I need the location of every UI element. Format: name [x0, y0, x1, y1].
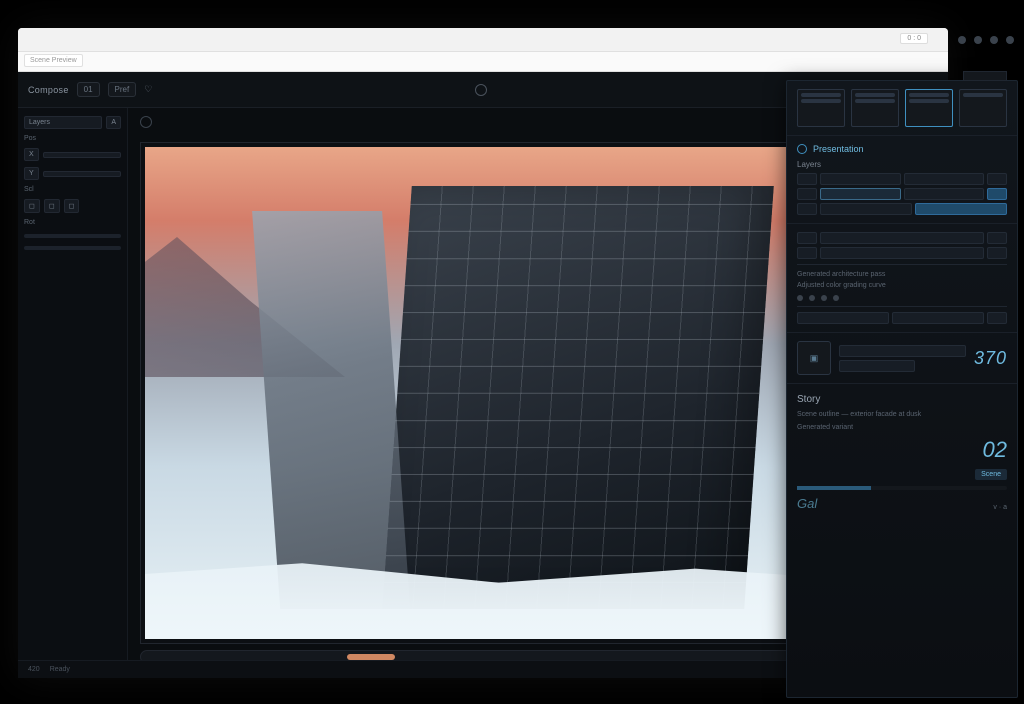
history-chip-c[interactable] — [987, 312, 1007, 324]
history-text-1: Generated architecture pass — [797, 270, 1007, 281]
heart-icon[interactable]: ♡ — [144, 84, 152, 95]
history-dots — [797, 295, 1007, 301]
pan-icon[interactable] — [140, 116, 152, 128]
rr-presentation: Presentation Layers — [787, 136, 1017, 224]
artwork-grid — [382, 186, 773, 609]
story-heading: Story — [797, 394, 1007, 405]
history-text-2: Adjusted color grading curve — [797, 281, 1007, 292]
sidebar-label-rot: Rot — [24, 219, 121, 226]
dot-icon[interactable] — [821, 295, 827, 301]
rr-thumbnails — [787, 81, 1017, 136]
sidebar-chip-layers[interactable]: Layers — [24, 116, 102, 129]
rr-history: Generated architecture pass Adjusted col… — [787, 224, 1017, 333]
thumb-3[interactable] — [905, 89, 953, 127]
tray-icon-3[interactable] — [990, 36, 998, 44]
sidebar-label-pos: Pos — [24, 135, 121, 142]
status-a: 420 — [28, 666, 40, 673]
story-number: 02 — [983, 437, 1007, 463]
window-menu-bar[interactable]: Scene Preview — [18, 52, 948, 72]
sidebar-chip-a[interactable]: A — [106, 116, 121, 129]
scl-b[interactable]: ◻ — [44, 199, 60, 213]
history-row-1[interactable] — [797, 232, 1007, 244]
artwork-building — [382, 186, 773, 609]
card-number: 370 — [974, 348, 1007, 369]
story-line-2: Generated variant — [797, 424, 1007, 431]
rr-layers-label: Layers — [797, 160, 1007, 169]
os-tray — [958, 36, 1014, 44]
target-icon[interactable] — [475, 84, 487, 96]
window-title-bar[interactable]: 0 : 0 — [18, 28, 948, 52]
status-b: Ready — [50, 666, 70, 673]
window-pill: 0 : 0 — [900, 33, 928, 44]
dot-icon[interactable] — [809, 295, 815, 301]
layer-eye-icon[interactable] — [797, 203, 817, 215]
rr-layer-rows — [797, 173, 1007, 215]
layer-row-2[interactable] — [797, 188, 1007, 200]
tray-icon-1[interactable] — [958, 36, 966, 44]
history-chip-b[interactable] — [892, 312, 984, 324]
info-icon[interactable] — [797, 144, 807, 154]
pos-x-val[interactable] — [43, 152, 121, 158]
header-chip-1[interactable]: 01 — [77, 82, 100, 97]
pos-y-val[interactable] — [43, 171, 121, 177]
rr-presentation-title: Presentation — [813, 144, 864, 154]
signature: Gal — [797, 496, 817, 511]
sidebar-label-scl: Scl — [24, 186, 121, 193]
scl-c[interactable]: ◻ — [64, 199, 80, 213]
layer-eye-icon[interactable] — [797, 188, 817, 200]
tray-icon-4[interactable] — [1006, 36, 1014, 44]
thumb-2[interactable] — [851, 89, 899, 127]
tray-icon-2[interactable] — [974, 36, 982, 44]
story-progress[interactable] — [797, 486, 1007, 490]
menu-item-scene[interactable]: Scene Preview — [24, 54, 83, 67]
right-rail-tab[interactable] — [963, 71, 1007, 81]
rr-story: Story Scene outline — exterior facade at… — [787, 384, 1017, 697]
layer-row-1[interactable] — [797, 173, 1007, 185]
story-line-1: Scene outline — exterior facade at dusk — [797, 411, 1007, 418]
header-chip-2[interactable]: Pref — [108, 82, 137, 97]
image-icon: ▣ — [810, 353, 819, 364]
rr-card: ▣ 370 — [787, 333, 1017, 384]
sidebar-left: Layers A Pos X Y Scl ◻ ◻ ◻ Rot — [18, 108, 128, 678]
history-row-2[interactable] — [797, 247, 1007, 259]
thumb-4[interactable] — [959, 89, 1007, 127]
history-chip-a[interactable] — [797, 312, 889, 324]
card-thumb[interactable]: ▣ — [797, 341, 831, 375]
app-title: Compose — [28, 85, 69, 95]
right-rail: Presentation Layers — [786, 80, 1018, 698]
pos-y[interactable]: Y — [24, 167, 39, 180]
layer-row-3[interactable] — [797, 203, 1007, 215]
thumb-1[interactable] — [797, 89, 845, 127]
scl-a[interactable]: ◻ — [24, 199, 40, 213]
sidebar-divider — [24, 234, 121, 238]
sidebar-slider-1[interactable] — [24, 246, 121, 250]
footnote: v · a — [993, 504, 1007, 511]
dot-icon[interactable] — [833, 295, 839, 301]
layer-eye-icon[interactable] — [797, 173, 817, 185]
dot-icon[interactable] — [797, 295, 803, 301]
story-tag[interactable]: Scene — [975, 469, 1007, 480]
pos-x[interactable]: X — [24, 148, 39, 161]
